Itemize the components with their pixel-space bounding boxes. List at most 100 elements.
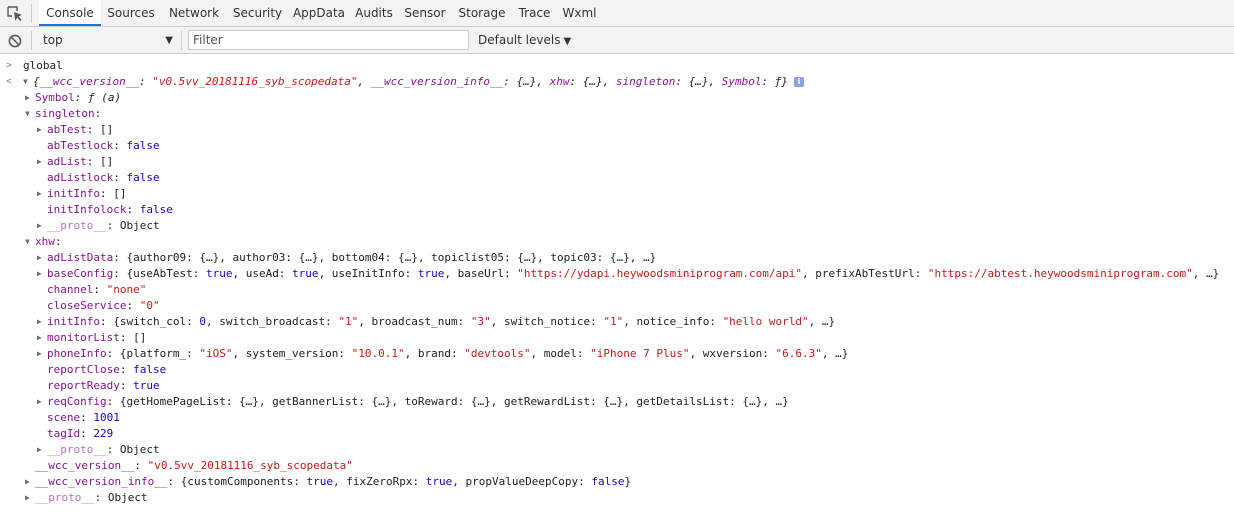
expand-arrow-icon[interactable]: ▶ (25, 90, 35, 106)
object-property-row[interactable]: ▼ singleton: (25, 106, 101, 122)
value-text: : {customComponents: (167, 475, 307, 488)
object-property-row[interactable]: ▶ monitorList: [] (37, 330, 146, 346)
value-text: : {author09: {…}, author03: {…}, bottom0… (113, 251, 657, 264)
object-property-row[interactable]: ▶ Symbol: ƒ (a) (25, 90, 121, 106)
dropdown-caret-icon: ▼ (165, 35, 173, 46)
property-key: singleton (35, 107, 95, 120)
value-text: : [] (86, 123, 114, 136)
panel-tab-bar: Console Sources Network Security AppData Audi… (0, 0, 1234, 27)
value-text: : {…}, (503, 75, 550, 88)
object-property-row: tagId: 229 (37, 426, 113, 442)
value-text: : Object (106, 219, 160, 232)
expand-arrow-icon[interactable]: ▶ (37, 218, 47, 234)
expand-arrow-icon[interactable]: ▶ (25, 490, 35, 506)
expand-arrow-icon[interactable]: ▶ (37, 394, 47, 410)
value-text: : (54, 235, 62, 248)
value-text: , switch_notice: (490, 315, 604, 328)
expand-arrow-icon[interactable]: ▶ (37, 330, 47, 346)
value-text: , useAd: (232, 267, 293, 280)
tab-sensor[interactable]: Sensor (398, 0, 452, 26)
object-property-row[interactable]: ▶ phoneInfo: {platform_: "iOS", system_ve… (37, 346, 848, 362)
expand-arrow-icon[interactable]: ▶ (37, 250, 47, 266)
tab-audits[interactable]: Audits (350, 0, 398, 26)
object-property-row[interactable]: ▶ baseConfig: {useAbTest: true, useAd: tr… (37, 266, 1219, 282)
property-key: __wcc_version__ (35, 459, 135, 472)
value-text: , propValueDeepCopy: (452, 475, 592, 488)
value-text: , wxversion: (689, 347, 776, 360)
clear-console-icon[interactable] (7, 33, 23, 49)
value-text: } (624, 475, 632, 488)
value-text: : (113, 171, 127, 184)
dropdown-caret-icon: ▼ (563, 36, 572, 47)
object-property-row[interactable]: ▶ initInfo: [] (37, 186, 126, 202)
property-key: xhw (35, 235, 55, 248)
collapse-arrow-icon[interactable]: ▼ (25, 106, 35, 122)
tab-storage[interactable]: Storage (452, 0, 512, 26)
object-property-row: adListlock: false (37, 170, 160, 186)
object-property-row: abTestlock: false (37, 138, 160, 154)
expand-arrow-icon[interactable]: ▶ (37, 346, 47, 362)
primitive-value: true (205, 267, 233, 280)
object-property-row[interactable]: ▶ __proto__: Object (37, 442, 160, 458)
value-text: , brand: (404, 347, 465, 360)
property-key: __proto__ (47, 443, 107, 456)
value-text: : [] (86, 155, 114, 168)
property-key: __wcc_version_info__ (35, 475, 168, 488)
value-text: , notice_info: (623, 315, 723, 328)
expand-arrow-icon[interactable]: ▼ (23, 74, 33, 90)
object-property-row[interactable]: ▼ xhw: (25, 234, 62, 250)
expand-arrow-icon[interactable]: ▶ (37, 314, 47, 330)
object-property-row[interactable]: ▶ __wcc_version_info__: {customComponents… (25, 474, 631, 490)
property-key: __wcc_version_info__ (370, 75, 504, 88)
tab-wxml[interactable]: Wxml (557, 0, 602, 26)
expand-arrow-icon[interactable]: ▶ (37, 186, 47, 202)
primitive-value: false (139, 203, 173, 216)
property-key: __proto__ (47, 219, 107, 232)
value-text: : [] (99, 187, 127, 200)
property-key: initInfo (47, 187, 100, 200)
object-property-row[interactable]: ▶ __proto__: Object (37, 218, 160, 234)
value-text: , switch_broadcast: (205, 315, 339, 328)
tab-console[interactable]: Console (39, 0, 101, 26)
object-property-row[interactable]: ▶ abTest: [] (37, 122, 113, 138)
string-value: "hello world" (722, 315, 809, 328)
console-messages: > global < ▼ {__wcc_version__: "v0.5vv_20… (0, 56, 1234, 512)
value-text: : (134, 459, 148, 472)
string-value: "none" (106, 283, 147, 296)
value-text: : {platform_: (106, 347, 200, 360)
value-text: : {getHomePageList: {…}, getBannerList: … (106, 395, 789, 408)
object-property-row[interactable]: ▶ reqConfig: {getHomePageList: {…}, getBa… (37, 394, 789, 410)
console-input-text: global (23, 59, 63, 72)
tab-network[interactable]: Network (161, 0, 227, 26)
object-property-row[interactable]: ▶ adListData: {author09: {…}, author03: {… (37, 250, 656, 266)
property-key: initInfolock (47, 203, 127, 216)
context-selector[interactable]: top ▼ (37, 30, 177, 50)
property-key: channel (47, 283, 94, 296)
expand-arrow-icon[interactable]: ▶ (37, 442, 47, 458)
value-text: : (93, 283, 107, 296)
tab-appdata[interactable]: AppData (288, 0, 350, 26)
tab-separator (31, 4, 32, 23)
tab-sources[interactable]: Sources (101, 0, 161, 26)
inspect-element-icon[interactable] (5, 4, 25, 24)
expand-arrow-icon[interactable]: ▶ (37, 266, 47, 282)
result-prompt-icon: < (6, 76, 13, 87)
tab-security[interactable]: Security (227, 0, 288, 26)
log-levels-dropdown[interactable]: Default levels ▼ (478, 30, 571, 50)
tab-trace[interactable]: Trace (512, 0, 557, 26)
object-property-row: closeService: "0" (37, 298, 160, 314)
primitive-value: false (133, 363, 167, 376)
value-text: : ƒ (a) (74, 91, 122, 104)
value-text: : (119, 363, 134, 376)
string-value: "v0.5vv_20181116_syb_scopedata" (152, 75, 358, 88)
primitive-value: 0 (199, 315, 206, 328)
object-property-row[interactable]: ▶ initInfo: {switch_col: 0, switch_broadc… (37, 314, 835, 330)
collapse-arrow-icon[interactable]: ▼ (25, 234, 35, 250)
object-property-row[interactable]: ▶ adList: [] (37, 154, 113, 170)
filter-input[interactable] (188, 30, 469, 50)
expand-arrow-icon[interactable]: ▶ (25, 474, 35, 490)
expand-arrow-icon[interactable]: ▶ (37, 154, 47, 170)
object-property-row[interactable]: ▶ __proto__: Object (25, 490, 148, 506)
primitive-value: false (126, 139, 160, 152)
expand-arrow-icon[interactable]: ▶ (37, 122, 47, 138)
